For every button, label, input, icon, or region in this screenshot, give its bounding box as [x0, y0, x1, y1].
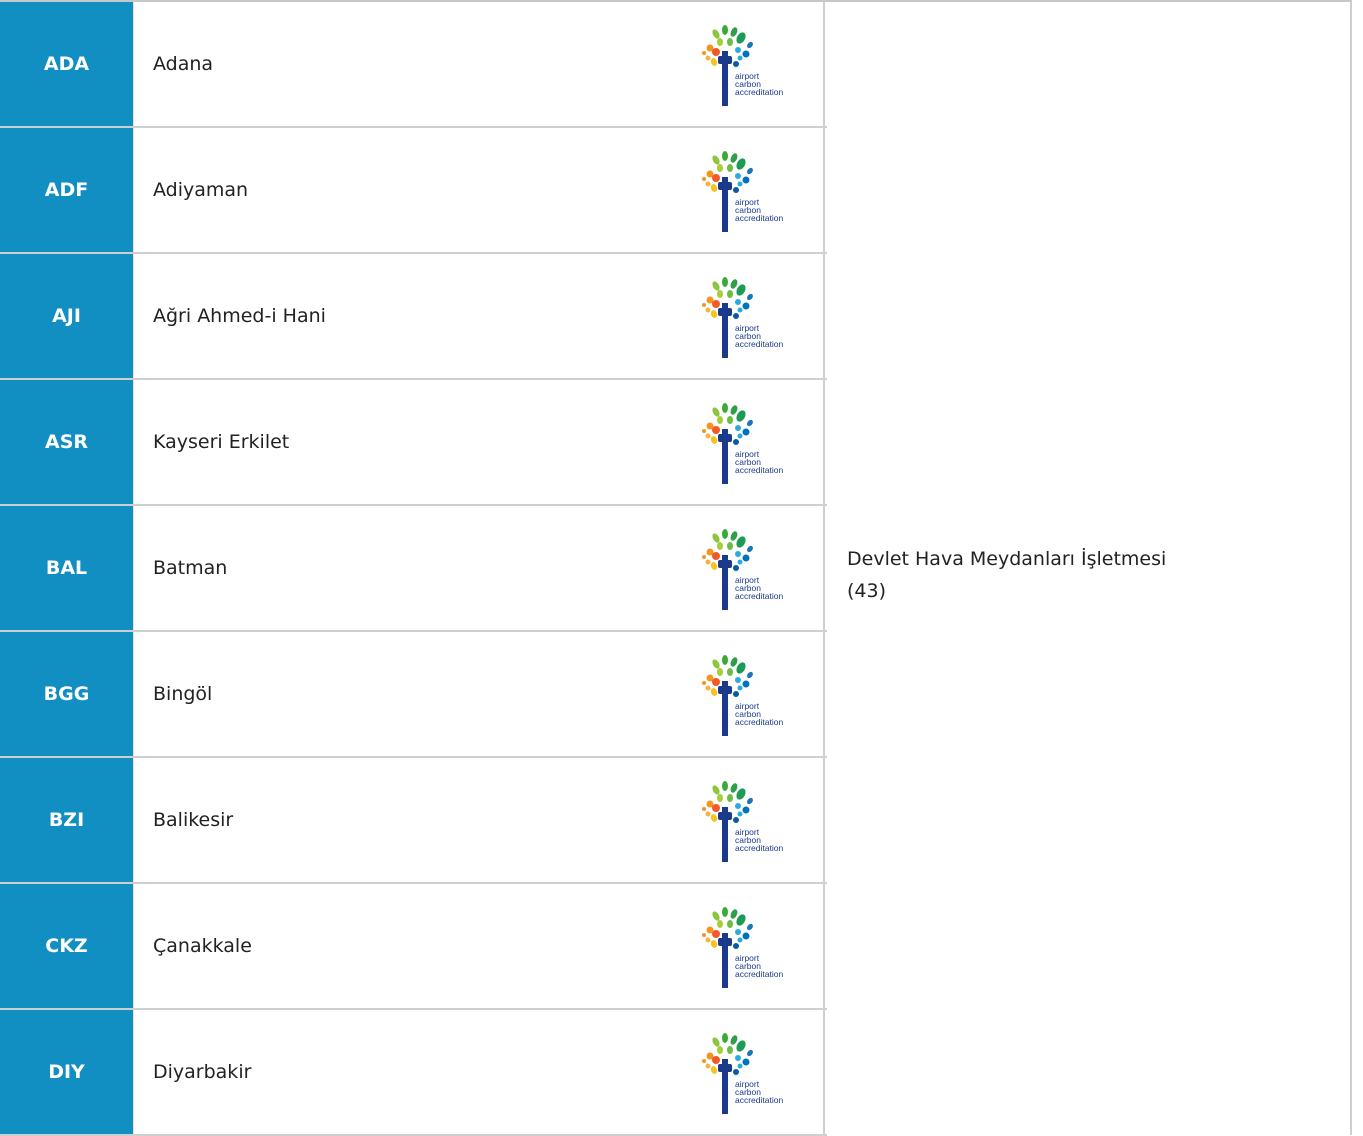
operator-cell: Devlet Hava Meydanları İşletmesi (43) [827, 2, 1352, 1135]
logo-text: airport carbon accreditation [735, 702, 784, 727]
table-row: BAL Batman airport carbon accreditation [0, 506, 827, 632]
airport-code: BAL [0, 506, 133, 630]
airport-carbon-accreditation-logo: airport carbon accreditation [694, 146, 804, 234]
airport-name-cell: Ağri Ahmed-i Hani airport carbon accredi… [133, 254, 825, 378]
airport-name: Ağri Ahmed-i Hani [153, 305, 326, 327]
table-row: AJI Ağri Ahmed-i Hani airport carbon acc… [0, 254, 827, 380]
table-row: BGG Bingöl airport carbon accreditation [0, 632, 827, 758]
airport-name-cell: Diyarbakir airport carbon accreditation [133, 1010, 825, 1134]
operator-name: Devlet Hava Meydanları İşletmesi [847, 548, 1167, 570]
airport-name-cell: Adana airport carbon accreditation [133, 2, 825, 126]
airport-carbon-accreditation-logo: airport carbon accreditation [694, 524, 804, 612]
logo-text-line: accreditation [735, 591, 784, 601]
airport-name-cell: Kayseri Erkilet airport carbon accredita… [133, 380, 825, 504]
airport-name: Batman [153, 557, 228, 579]
airport-code: ADA [0, 2, 133, 126]
logo-text-line: accreditation [735, 87, 784, 97]
airport-carbon-accreditation-logo: airport carbon accreditation [694, 398, 804, 486]
logo-text: airport carbon accreditation [735, 1080, 784, 1105]
airport-code: ADF [0, 128, 133, 252]
airport-name: Kayseri Erkilet [153, 431, 290, 453]
logo-text-line: accreditation [735, 213, 784, 223]
airport-name-cell: Çanakkale airport carbon accreditation [133, 884, 825, 1008]
table-row: ADA Adana airport carbon accreditation [0, 2, 827, 128]
airport-code: AJI [0, 254, 133, 378]
logo-text-line: accreditation [735, 465, 784, 475]
operator-text: Devlet Hava Meydanları İşletmesi (43) [847, 543, 1166, 607]
airport-name-cell: Balikesir airport carbon accreditation [133, 758, 825, 882]
airport-carbon-accreditation-logo: airport carbon accreditation [694, 650, 804, 738]
logo-text-line: accreditation [735, 717, 784, 727]
table-row: ASR Kayseri Erkilet airport carbon accre… [0, 380, 827, 506]
airport-name-cell: Adiyaman airport carbon accreditation [133, 128, 825, 252]
logo-text: airport carbon accreditation [735, 72, 784, 97]
airport-code: CKZ [0, 884, 133, 1008]
logo-text: airport carbon accreditation [735, 828, 784, 853]
airport-name-cell: Bingöl airport carbon accreditation [133, 632, 825, 756]
airport-code: BZI [0, 758, 133, 882]
airport-name: Bingöl [153, 683, 213, 705]
airport-name: Adiyaman [153, 179, 249, 201]
operator-count: (43) [847, 580, 887, 602]
table-row: DIY Diyarbakir airport carbon accreditat… [0, 1010, 827, 1136]
logo-text: airport carbon accreditation [735, 954, 784, 979]
table-row: CKZ Çanakkale airport carbon accreditati… [0, 884, 827, 1010]
logo-text: airport carbon accreditation [735, 576, 784, 601]
airport-rows: ADA Adana airport carbon accreditation A… [0, 2, 827, 1136]
logo-text-line: accreditation [735, 339, 784, 349]
airport-carbon-accreditation-logo: airport carbon accreditation [694, 1028, 804, 1116]
airport-code: DIY [0, 1010, 133, 1134]
table-row: ADF Adiyaman airport carbon accreditatio… [0, 128, 827, 254]
airport-carbon-accreditation-logo: airport carbon accreditation [694, 902, 804, 990]
table-row: BZI Balikesir airport carbon accreditati… [0, 758, 827, 884]
logo-text: airport carbon accreditation [735, 324, 784, 349]
airport-carbon-accreditation-logo: airport carbon accreditation [694, 272, 804, 360]
airport-code: ASR [0, 380, 133, 504]
logo-text: airport carbon accreditation [735, 450, 784, 475]
logo-text-line: accreditation [735, 843, 784, 853]
airport-name-cell: Batman airport carbon accreditation [133, 506, 825, 630]
airport-name: Diyarbakir [153, 1061, 252, 1083]
logo-text-line: accreditation [735, 969, 784, 979]
airport-table: ADA Adana airport carbon accreditation A… [0, 0, 1352, 1136]
airport-name: Adana [153, 53, 214, 75]
airport-name: Çanakkale [153, 935, 252, 957]
airport-carbon-accreditation-logo: airport carbon accreditation [694, 776, 804, 864]
airport-name: Balikesir [153, 809, 234, 831]
logo-text-line: accreditation [735, 1095, 784, 1105]
logo-text: airport carbon accreditation [735, 198, 784, 223]
airport-carbon-accreditation-logo: airport carbon accreditation [694, 20, 804, 108]
airport-code: BGG [0, 632, 133, 756]
